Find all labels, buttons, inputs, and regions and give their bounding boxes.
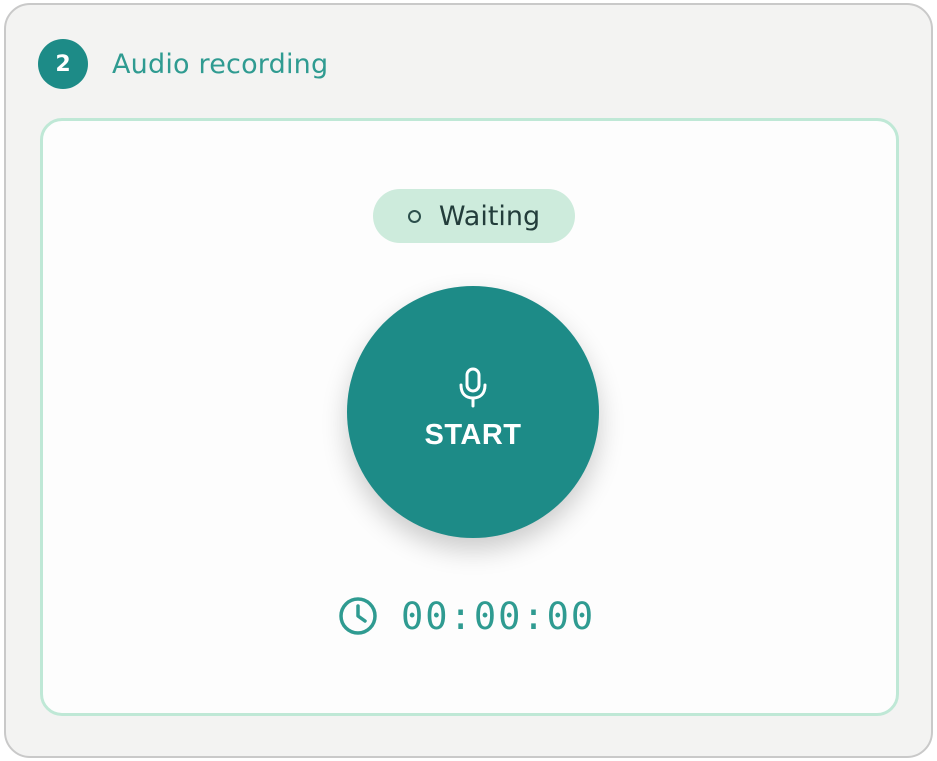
start-recording-button[interactable]: START (347, 286, 599, 538)
status-badge: Waiting (373, 189, 575, 243)
section-title: Audio recording (112, 48, 329, 80)
start-button-label: START (424, 418, 522, 451)
section-header: 2 Audio recording (38, 39, 328, 89)
audio-recording-card: 2 Audio recording Waiting START 00:00:00 (4, 3, 933, 758)
timer-value: 00:00:00 (401, 594, 596, 638)
recording-panel: Waiting START 00:00:00 (40, 118, 899, 716)
clock-icon (339, 597, 377, 635)
status-circle-icon (407, 209, 421, 223)
recording-timer: 00:00:00 (337, 591, 595, 641)
status-text: Waiting (438, 200, 541, 232)
microphone-icon (459, 367, 487, 407)
step-number-badge: 2 (38, 39, 88, 89)
